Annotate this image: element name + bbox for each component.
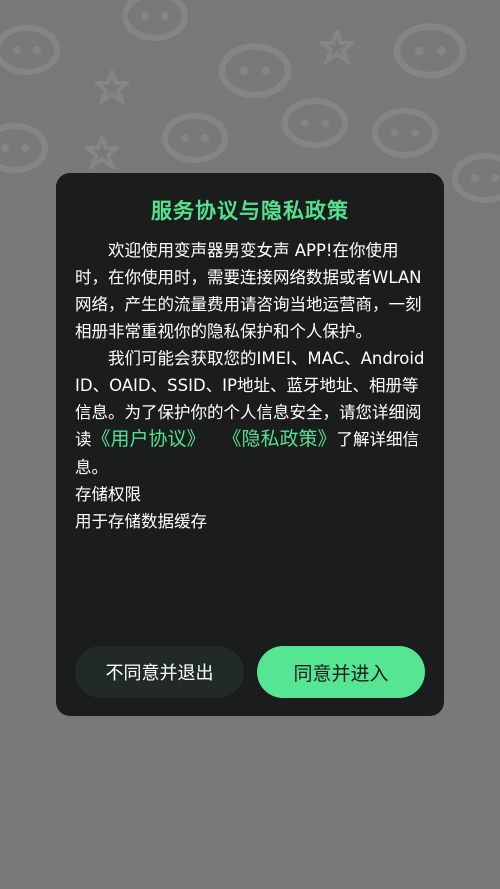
chat-bubble-icon (452, 153, 500, 203)
star-icon (95, 70, 129, 104)
chat-bubble-icon (0, 25, 60, 75)
star-icon (320, 30, 354, 64)
star-icon (85, 135, 119, 169)
privacy-dialog: 服务协议与隐私政策 欢迎使用变声器男变女声 APP!在你使用时，在你使用时，需要… (56, 173, 444, 716)
intro-paragraph: 欢迎使用变声器男变女声 APP!在你使用时，在你使用时，需要连接网络数据或者WL… (75, 241, 422, 341)
permission-title: 存储权限 (75, 485, 141, 504)
privacy-policy-link[interactable]: 《隐私政策》 (223, 428, 337, 450)
chat-bubble-icon (282, 98, 348, 148)
dialog-title: 服务协议与隐私政策 (151, 199, 349, 223)
data-collection-paragraph: 我们可能会获取您的IMEI、MAC、Android ID、OAID、SSID、I… (75, 345, 429, 481)
decline-exit-button[interactable]: 不同意并退出 (75, 646, 244, 698)
chat-bubble-icon (162, 113, 228, 163)
chat-bubble-icon (393, 23, 467, 79)
permission-description: 用于存储数据缓存 (75, 512, 207, 531)
chat-bubble-icon (122, 0, 188, 41)
link-connector: 和 (205, 430, 223, 450)
user-agreement-link[interactable]: 《用户协议》 (92, 428, 206, 450)
chat-bubble-icon (372, 108, 438, 158)
chat-bubble-icon (0, 123, 48, 173)
dialog-content: 欢迎使用变声器男变女声 APP!在你使用时，在你使用时，需要连接网络数据或者WL… (75, 237, 429, 535)
agree-enter-button[interactable]: 同意并进入 (257, 646, 425, 698)
